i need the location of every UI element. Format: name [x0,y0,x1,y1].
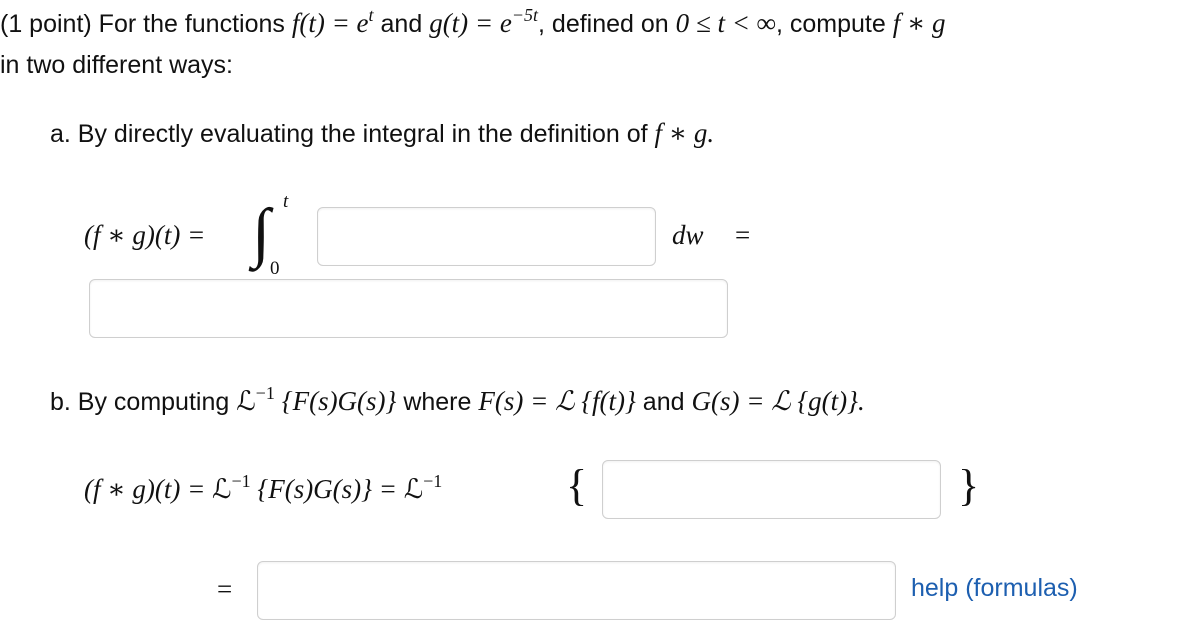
F-definition: F(s) = ℒ {f(t)} [478,386,636,416]
inverse-laplace-exponent-3: −1 [423,471,443,491]
part-b-heading: b. By computing ℒ−1 {F(s)G(s)} where F(s… [50,383,865,417]
convolution-symbol: f ∗ g [892,8,946,38]
part-a-convolution: f ∗ g. [654,118,715,148]
inverse-laplace-exponent: −1 [255,383,275,403]
g-exponent: −5t [511,5,539,25]
product-expression-2: {F(s)G(s)} = [257,474,397,504]
dw-label: dw [672,220,704,250]
points-label: (1 point) [0,10,92,38]
laplace-product-input[interactable] [602,460,941,519]
and-text-b: and [642,388,685,416]
part-a-label: a. By directly evaluating the integral i… [50,120,648,148]
integral-upper-limit: t [283,191,289,212]
g-definition: g(t) = e [429,8,512,38]
inverse-laplace-symbol-2: ℒ [212,474,232,504]
problem-statement-line2: in two different ways: [0,51,233,79]
part-b-lhs: (f ∗ g)(t) = [84,474,206,504]
integral-lower-limit: 0 [270,258,280,279]
inverse-laplace-symbol: ℒ [236,386,256,416]
where-text: where [403,388,472,416]
and-text: and [380,10,423,38]
final-equals: = [217,574,233,604]
integrand-input[interactable] [317,207,656,266]
G-definition: G(s) = ℒ {g(t)}. [691,386,865,416]
part-a-lhs: (f ∗ g)(t) = [84,220,206,250]
close-brace: } [958,461,980,510]
intro-text: For the functions [98,10,285,38]
domain-text: , defined on [538,10,669,38]
f-definition: f(t) = e [291,8,369,38]
inverse-laplace-symbol-3: ℒ [403,474,424,504]
part-b-equation: (f ∗ g)(t) = ℒ−1 {F(s)G(s)} = ℒ−1 [84,471,443,504]
problem-statement-line1: (1 point) For the functions f(t) = et an… [0,5,946,39]
inverse-laplace-exponent-2: −1 [231,471,251,491]
domain-math: 0 ≤ t < ∞ [675,8,776,38]
f-exponent: t [368,5,374,25]
final-answer-input[interactable] [257,561,896,620]
integral-sign: ∫ [252,196,271,269]
open-brace: { [566,461,588,510]
part-a-equals: = [735,220,751,250]
integral-result-input[interactable] [89,279,728,338]
part-b-label: b. By computing [50,388,230,416]
help-formulas-link[interactable]: help (formulas) [911,573,1078,603]
compute-text: , compute [775,10,886,38]
product-expression: {F(s)G(s)} [281,386,397,416]
part-a-heading: a. By directly evaluating the integral i… [50,118,714,149]
